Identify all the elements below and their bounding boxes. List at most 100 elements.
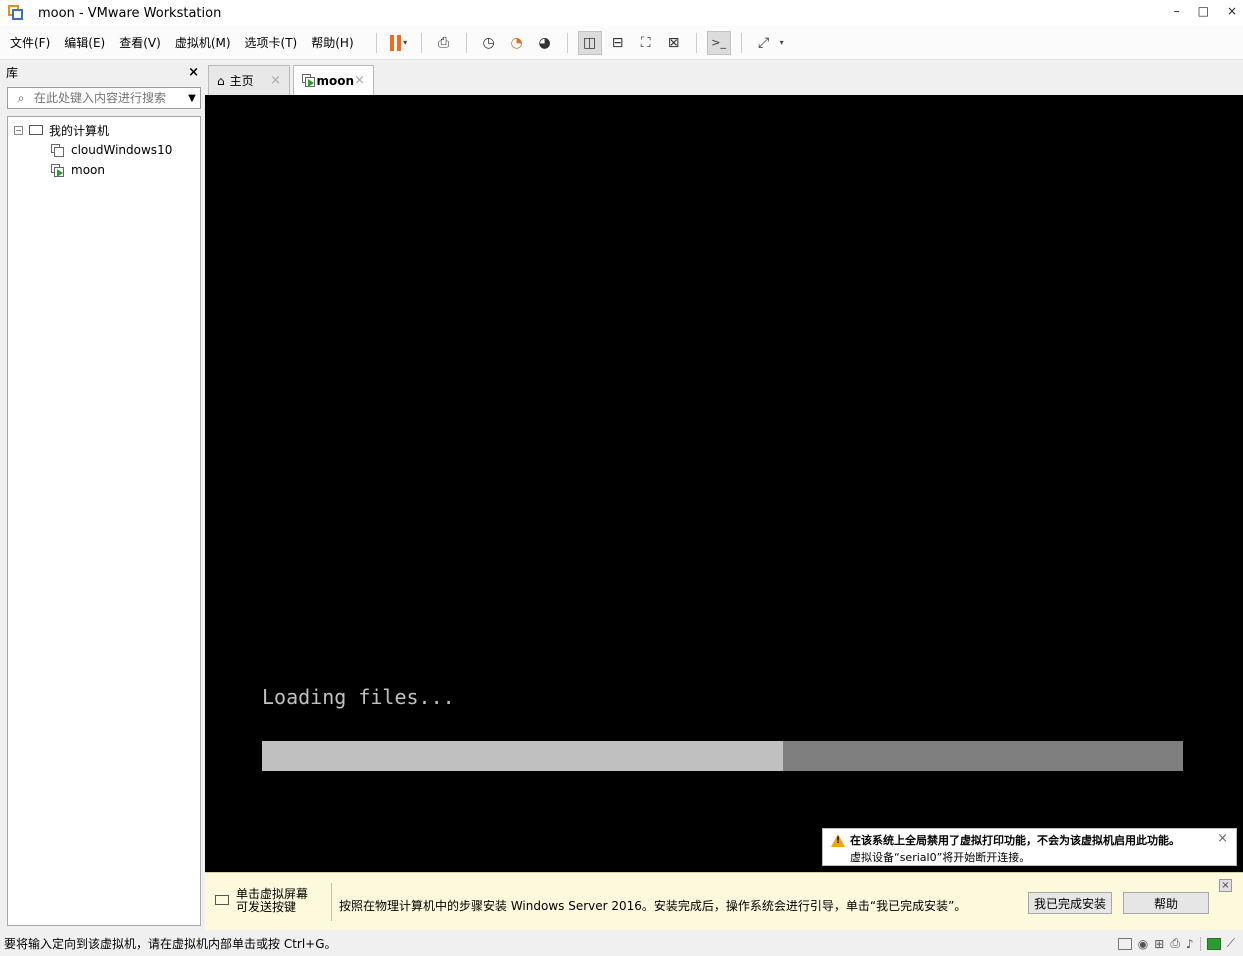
stretch-button[interactable]: ⤢ xyxy=(752,31,776,55)
snapshot-take-icon: ◷ xyxy=(482,34,495,51)
computer-icon xyxy=(29,125,43,135)
network-icon[interactable]: ⊞ xyxy=(1154,937,1164,951)
library-panel: 库 × ⌕ ▼ − 我的计算机 cloudWindows10 moon xyxy=(0,61,205,931)
home-icon: ⌂ xyxy=(217,73,225,88)
window-title: moon - VMware Workstation xyxy=(38,5,222,21)
snapshot-take-button[interactable]: ◷ xyxy=(477,31,501,55)
menu-view[interactable]: 查看(V) xyxy=(119,34,161,51)
snapshot-revert-button[interactable]: ◔ xyxy=(505,31,529,55)
tab-strip: ⌂ 主页 × moon × xyxy=(205,61,1243,95)
toolbar-separator xyxy=(695,32,697,53)
window-controls: – □ × xyxy=(1174,4,1237,18)
menu-edit[interactable]: 编辑(E) xyxy=(64,34,105,51)
library-close-button[interactable]: × xyxy=(188,65,199,80)
tree-item-label: 我的计算机 xyxy=(49,123,110,138)
full-screen-button[interactable]: ⛶ xyxy=(634,31,658,55)
pause-button[interactable]: ▾ xyxy=(387,31,411,55)
hint-divider xyxy=(331,883,332,921)
tab-label: 主页 xyxy=(229,74,254,88)
snapshot-revert-icon: ◔ xyxy=(510,34,523,51)
search-dropdown-button[interactable]: ▼ xyxy=(184,93,200,104)
show-library-icon: ◫ xyxy=(583,34,597,51)
tree-item-my-computer[interactable]: − 我的计算机 xyxy=(8,120,200,140)
install-hint-bar: 单击虚拟屏幕 可发送按键 按照在物理计算机中的步骤安装 Windows Serv… xyxy=(205,872,1243,930)
vmware-app-icon xyxy=(8,5,24,21)
menu-vm[interactable]: 虚拟机(M) xyxy=(175,34,231,51)
stretch-icon: ⤢ xyxy=(758,34,770,51)
full-screen-icon: ⛶ xyxy=(640,34,651,51)
loading-progress-bar xyxy=(262,741,1183,771)
menu-file[interactable]: 文件(F) xyxy=(10,34,50,51)
console-button[interactable]: >_ xyxy=(706,30,731,55)
tree-item-cloudwindows10[interactable]: cloudWindows10 xyxy=(8,140,200,160)
unity-icon: ⊠ xyxy=(667,34,680,51)
pause-icon xyxy=(390,34,402,51)
notification-line-2: 虚拟设备“serial0”将开始断开连接。 xyxy=(850,851,1031,864)
menu-help[interactable]: 帮助(H) xyxy=(311,34,353,51)
installation-complete-button[interactable]: 我已完成安装 xyxy=(1028,892,1112,914)
install-instructions: 按照在物理计算机中的步骤安装 Windows Server 2016。安装完成后… xyxy=(339,899,967,913)
send-ctrl-alt-del-button[interactable]: ⎙ xyxy=(432,31,456,55)
collapse-icon[interactable]: − xyxy=(14,125,23,135)
title-bar: moon - VMware Workstation – □ × xyxy=(0,0,1243,26)
keyboard-hint-line-2: 可发送按键 xyxy=(236,900,297,914)
hard-disk-icon[interactable] xyxy=(1117,937,1132,950)
menu-tabs[interactable]: 选项卡(T) xyxy=(245,34,298,51)
maximize-button[interactable]: □ xyxy=(1198,4,1209,18)
show-library-button[interactable]: ◫ xyxy=(577,30,602,55)
tab-home[interactable]: ⌂ 主页 × xyxy=(208,65,290,95)
tab-moon[interactable]: moon × xyxy=(293,65,374,95)
library-search-input[interactable] xyxy=(30,91,184,105)
library-tree: − 我的计算机 cloudWindows10 moon xyxy=(7,116,201,926)
menu-toolbar: 文件(F) 编辑(E) 查看(V) 虚拟机(M) 选项卡(T) 帮助(H) ▾ … xyxy=(0,26,1243,60)
print-disabled-notification: ! 在该系统上全局禁用了虚拟打印功能，不会为该虚拟机启用此功能。 虚拟设备“se… xyxy=(822,828,1237,866)
progress-fill xyxy=(262,741,784,771)
tree-item-label: moon xyxy=(71,163,105,177)
library-title: 库 xyxy=(6,65,19,80)
tree-item-label: cloudWindows10 xyxy=(71,143,173,157)
hint-close-button[interactable]: × xyxy=(1219,879,1232,892)
help-button[interactable]: 帮助 xyxy=(1123,892,1209,914)
vm-icon xyxy=(51,143,64,157)
status-text: 要将输入定向到该虚拟机，请在虚拟机内部单击或按 Ctrl+G。 xyxy=(4,937,337,951)
show-thumbnail-button[interactable]: ⊟ xyxy=(606,31,630,55)
send-ctrl-alt-del-icon: ⎙ xyxy=(438,34,450,51)
vm-running-icon xyxy=(51,163,64,177)
sound-icon[interactable]: ♪ xyxy=(1186,937,1194,951)
stretch-dropdown-caret[interactable]: ▾ xyxy=(780,38,784,47)
pause-dropdown-caret[interactable]: ▾ xyxy=(403,38,407,47)
library-header: 库 × xyxy=(0,61,205,83)
device-status-icons: ◉ ⊞ ⎙ ♪ ⟋ xyxy=(1117,936,1235,951)
console-icon: >_ xyxy=(711,36,726,49)
keyboard-hint: 单击虚拟屏幕 可发送按键 xyxy=(236,888,308,914)
keyboard-icon xyxy=(215,895,229,905)
toolbar-separator xyxy=(740,32,742,53)
printer-icon[interactable]: ⎙ xyxy=(1170,936,1180,951)
snapshot-manager-button[interactable]: ◕ xyxy=(533,31,557,55)
library-search-box: ⌕ ▼ xyxy=(7,87,201,109)
close-button[interactable]: × xyxy=(1227,4,1237,18)
vm-console-screen[interactable]: Loading files... xyxy=(205,95,1243,872)
vm-running-icon xyxy=(302,74,315,87)
snapshot-manager-icon: ◕ xyxy=(538,34,551,51)
toolbar-separator xyxy=(465,32,467,53)
status-bar: 要将输入定向到该虚拟机，请在虚拟机内部单击或按 Ctrl+G。 ◉ ⊞ ⎙ ♪ … xyxy=(0,931,1243,956)
show-thumbnail-icon: ⊟ xyxy=(611,34,624,51)
resize-grip-icon[interactable]: ⟋ xyxy=(1227,936,1235,951)
loading-text: Loading files... xyxy=(262,685,455,709)
tree-item-moon[interactable]: moon xyxy=(8,160,200,180)
unity-button[interactable]: ⊠ xyxy=(662,31,686,55)
tab-close-icon[interactable]: × xyxy=(354,73,365,88)
search-icon: ⌕ xyxy=(17,90,25,105)
toolbar-separator xyxy=(420,32,422,53)
tab-close-icon[interactable]: × xyxy=(270,73,281,88)
minimize-button[interactable]: – xyxy=(1174,4,1180,18)
tab-label: moon xyxy=(316,73,355,88)
message-icon[interactable] xyxy=(1206,937,1221,950)
notification-line-1: 在该系统上全局禁用了虚拟打印功能，不会为该虚拟机启用此功能。 xyxy=(850,834,1180,847)
toolbar-separator xyxy=(375,32,377,53)
cd-dvd-icon[interactable]: ◉ xyxy=(1138,937,1148,951)
toolbar-separator xyxy=(566,32,568,53)
status-separator xyxy=(1199,936,1201,951)
notification-close-button[interactable]: × xyxy=(1217,831,1228,846)
